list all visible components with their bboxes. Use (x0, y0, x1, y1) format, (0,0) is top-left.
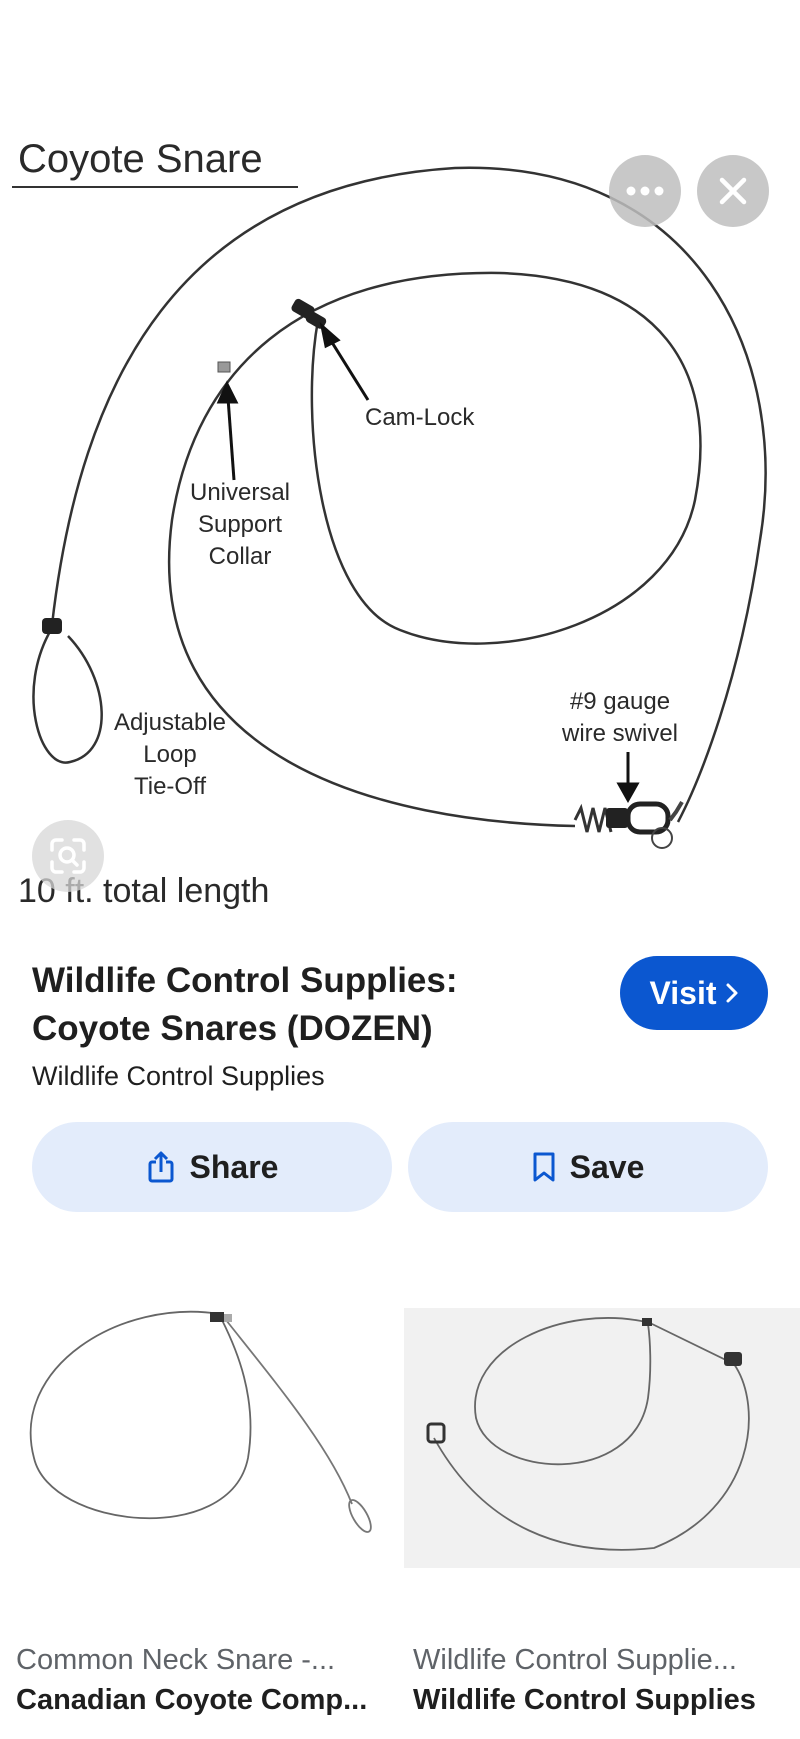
item-title-line1: Wildlife Control Supplies: (32, 961, 458, 1000)
neck-snare-image (29, 1310, 372, 1533)
result-site: Common Neck Snare -... (16, 1644, 336, 1676)
share-button[interactable]: Share (32, 1122, 392, 1212)
share-icon (148, 1151, 174, 1183)
cam-lock-label: Cam-Lock (365, 404, 475, 431)
support-collar (217, 361, 231, 373)
swivel-label-line2: wire swivel (561, 720, 678, 747)
chevron-right-icon (726, 983, 737, 1003)
lens-search-button[interactable] (32, 820, 104, 892)
save-button[interactable]: Save (408, 1122, 768, 1212)
visit-button[interactable]: Visit (620, 956, 768, 1030)
tie-off-lock (42, 618, 62, 634)
collar-label-line2: Support (198, 511, 282, 538)
collar-label-line1: Universal (190, 479, 290, 506)
coyote-snare-diagram: Coyote Snare Cam-Lock Universal Support … (12, 137, 767, 910)
loop-label-line2: Loop (143, 741, 196, 768)
loop-label-line1: Adjustable (114, 709, 226, 736)
item-source: Wildlife Control Supplies (32, 1061, 325, 1091)
diagram-title: Coyote Snare (18, 137, 263, 181)
result-title: Canadian Coyote Comp... (16, 1684, 368, 1716)
more-horizontal-icon (626, 186, 664, 196)
swivel-label-line1: #9 gauge (570, 688, 670, 715)
save-button-label: Save (569, 1148, 645, 1185)
tie-off-loop (32, 627, 103, 764)
lens-icon (50, 838, 86, 874)
related-result-2[interactable]: Wildlife Control Supplie... Wildlife Con… (413, 1640, 798, 1720)
bookmark-icon (533, 1152, 555, 1182)
collar-label-line3: Collar (209, 543, 272, 570)
visit-button-label: Visit (649, 974, 717, 1011)
wire-swivel (573, 800, 684, 849)
result-title: Wildlife Control Supplies (413, 1684, 756, 1716)
related-thumbnail-1[interactable] (0, 1308, 400, 1568)
item-title[interactable]: Wildlife Control Supplies: Coyote Snares… (32, 957, 592, 1053)
loop-label-line3: Tie-Off (134, 773, 206, 800)
item-title-line2: Coyote Snares (DOZEN) (32, 1009, 433, 1048)
more-options-button[interactable] (609, 155, 681, 227)
close-icon (719, 177, 747, 205)
coyote-snare-image (426, 1317, 750, 1551)
related-result-1[interactable]: Common Neck Snare -... Canadian Coyote C… (16, 1640, 401, 1720)
close-button[interactable] (697, 155, 769, 227)
share-button-label: Share (189, 1148, 279, 1185)
result-site: Wildlife Control Supplie... (413, 1644, 737, 1676)
related-thumbnail-2[interactable] (404, 1308, 800, 1568)
hero-image[interactable]: Coyote Snare Cam-Lock Universal Support … (0, 0, 800, 915)
